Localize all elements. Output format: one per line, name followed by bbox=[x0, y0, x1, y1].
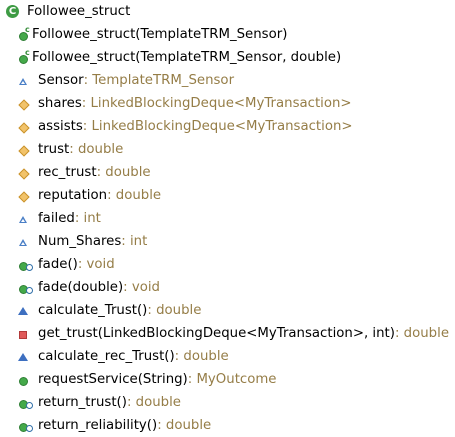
member-name: shares bbox=[38, 96, 82, 111]
member-row[interactable]: c Followee_struct(TemplateTRM_Sensor, do… bbox=[16, 46, 341, 69]
public-static-method-icon bbox=[16, 396, 35, 410]
member-name: fade() bbox=[38, 257, 78, 272]
member-row[interactable]: return_trust() : double bbox=[16, 391, 181, 414]
member-row[interactable]: c Followee_struct(TemplateTRM_Sensor) bbox=[16, 23, 287, 46]
package-field-icon bbox=[16, 212, 30, 226]
member-type: : double bbox=[174, 349, 229, 364]
member-type: : TemplateTRM_Sensor bbox=[83, 73, 235, 88]
member-type: : void bbox=[77, 257, 115, 272]
public-static-method-icon bbox=[16, 258, 35, 272]
member-type: : MyOutcome bbox=[187, 372, 277, 387]
member-row[interactable]: get_trust(LinkedBlockingDeque<MyTransact… bbox=[16, 322, 449, 345]
class-row[interactable]: C Followee_struct bbox=[6, 0, 130, 23]
member-name: rec_trust bbox=[38, 165, 97, 180]
member-name: reputation bbox=[38, 188, 108, 203]
constructor-icon: c bbox=[16, 48, 30, 65]
member-type: : void bbox=[123, 280, 161, 295]
member-row[interactable]: trust : double bbox=[16, 138, 123, 161]
member-type: : double bbox=[126, 395, 181, 410]
member-row[interactable]: reputation : double bbox=[16, 184, 161, 207]
member-type: : LinkedBlockingDeque<MyTransaction> bbox=[81, 96, 352, 111]
member-name: requestService(String) bbox=[38, 372, 188, 387]
member-type: : double bbox=[157, 418, 212, 433]
member-name: return_reliability() bbox=[38, 418, 158, 433]
package-field-icon bbox=[16, 74, 30, 88]
member-type: : double bbox=[96, 165, 151, 180]
protected-field-icon bbox=[16, 97, 30, 111]
member-name: get_trust(LinkedBlockingDeque<MyTransact… bbox=[38, 326, 395, 341]
public-method-icon bbox=[16, 373, 30, 387]
class-icon: C bbox=[6, 5, 19, 18]
protected-field-icon bbox=[16, 166, 30, 180]
member-name: assists bbox=[38, 119, 83, 134]
member-row[interactable]: requestService(String) : MyOutcome bbox=[16, 368, 277, 391]
member-name: calculate_Trust() bbox=[38, 303, 148, 318]
member-name: calculate_rec_Trust() bbox=[38, 349, 175, 364]
package-method-icon bbox=[16, 304, 30, 318]
protected-field-icon bbox=[16, 189, 30, 203]
protected-field-icon bbox=[16, 143, 30, 157]
member-row[interactable]: calculate_rec_Trust() : double bbox=[16, 345, 229, 368]
member-row[interactable]: failed : int bbox=[16, 207, 101, 230]
member-type: : double bbox=[69, 142, 124, 157]
member-row[interactable]: shares : LinkedBlockingDeque<MyTransacti… bbox=[16, 92, 352, 115]
member-row[interactable]: rec_trust : double bbox=[16, 161, 151, 184]
member-name: failed bbox=[38, 211, 75, 226]
outline-view: C Followee_struct c Followee_struct(Temp… bbox=[0, 0, 455, 437]
protected-field-icon bbox=[16, 120, 30, 134]
member-row[interactable]: return_reliability() : double bbox=[16, 414, 211, 437]
member-name: Sensor bbox=[38, 73, 84, 88]
member-row[interactable]: Num_Shares : int bbox=[16, 230, 147, 253]
member-name: fade(double) bbox=[38, 280, 124, 295]
member-name: return_trust() bbox=[38, 395, 127, 410]
member-row[interactable]: calculate_Trust() : double bbox=[16, 299, 201, 322]
member-type: : int bbox=[74, 211, 101, 226]
member-name: Followee_struct(TemplateTRM_Sensor) bbox=[32, 27, 288, 42]
member-type: : int bbox=[121, 234, 148, 249]
public-static-method-icon bbox=[16, 419, 35, 433]
member-name: Followee_struct(TemplateTRM_Sensor, doub… bbox=[32, 50, 342, 65]
member-type: : double bbox=[394, 326, 449, 341]
member-type: : double bbox=[107, 188, 162, 203]
public-static-method-icon bbox=[16, 281, 35, 295]
class-name: Followee_struct bbox=[27, 4, 131, 19]
member-row[interactable]: Sensor : TemplateTRM_Sensor bbox=[16, 69, 234, 92]
member-row[interactable]: fade(double) : void bbox=[16, 276, 160, 299]
member-row[interactable]: fade() : void bbox=[16, 253, 115, 276]
package-field-icon bbox=[16, 235, 30, 249]
private-method-icon bbox=[16, 327, 30, 341]
member-name: trust bbox=[38, 142, 70, 157]
member-row[interactable]: assists : LinkedBlockingDeque<MyTransact… bbox=[16, 115, 353, 138]
member-type: : LinkedBlockingDeque<MyTransaction> bbox=[82, 119, 353, 134]
member-name: Num_Shares bbox=[38, 234, 122, 249]
package-method-icon bbox=[16, 350, 30, 364]
constructor-icon: c bbox=[16, 25, 30, 42]
member-type: : double bbox=[147, 303, 202, 318]
